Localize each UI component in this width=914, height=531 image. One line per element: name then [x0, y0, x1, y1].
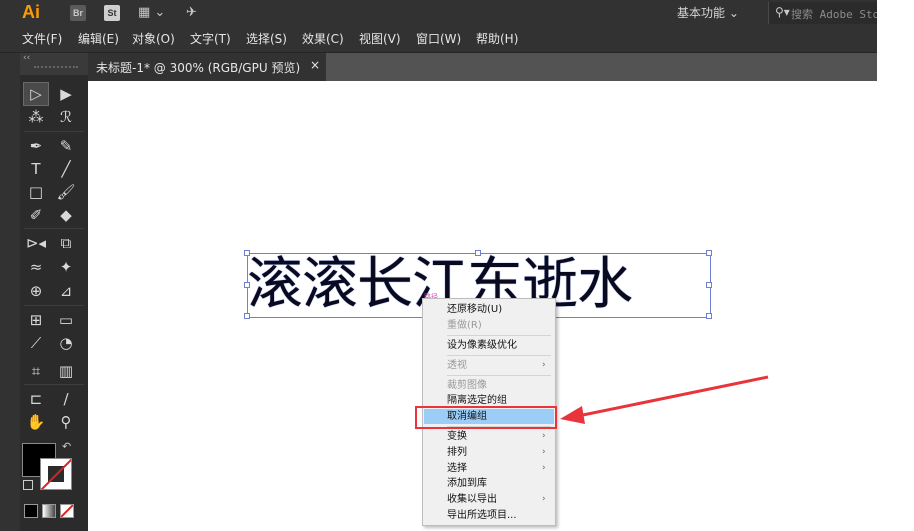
annotation-arrow-head	[560, 406, 585, 424]
right-margin	[877, 0, 914, 531]
annotation-arrow-line	[577, 375, 769, 418]
annotation-arrow	[560, 375, 769, 424]
